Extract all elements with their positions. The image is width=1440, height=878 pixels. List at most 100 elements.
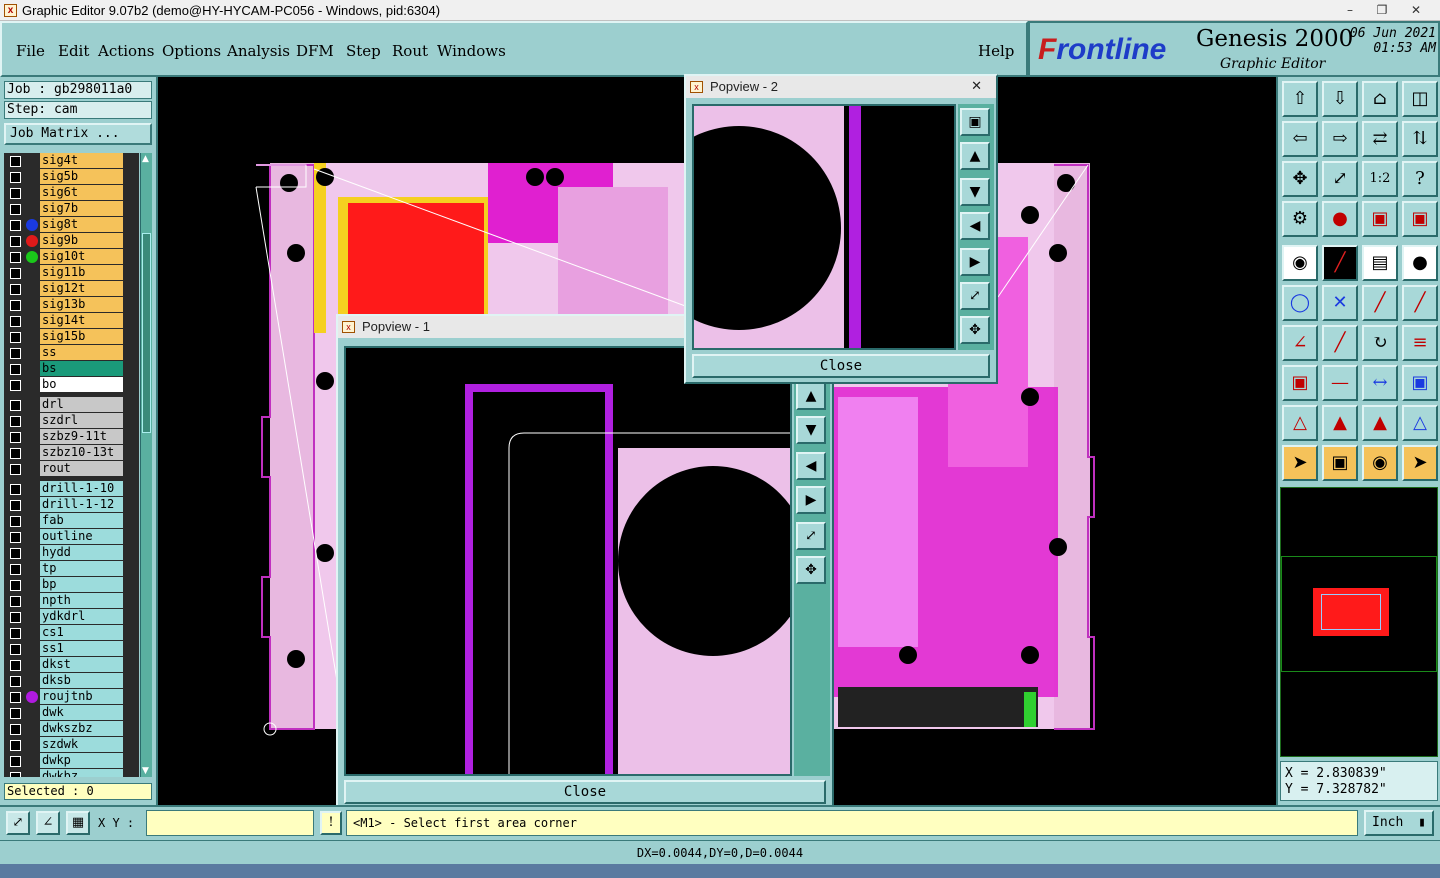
pad-line-icon[interactable]: ▣ bbox=[1282, 365, 1318, 401]
layer-row[interactable]: sig6t bbox=[4, 185, 139, 201]
layer-checkbox[interactable] bbox=[10, 660, 21, 671]
layer-name[interactable]: sig6t bbox=[40, 185, 123, 200]
layer-row[interactable]: dwkbz bbox=[4, 769, 139, 777]
layer-row[interactable]: dwkszbz bbox=[4, 721, 139, 737]
layer-checkbox[interactable] bbox=[10, 400, 21, 411]
layer-scrollbar[interactable]: ▲ ▼ bbox=[140, 153, 152, 777]
layer-checkbox[interactable] bbox=[10, 332, 21, 343]
job-matrix-button[interactable]: Job Matrix ... bbox=[4, 123, 152, 145]
layer-name[interactable]: dwkbz bbox=[40, 769, 123, 777]
layer-name[interactable]: sig8t bbox=[40, 217, 123, 232]
pad-icon[interactable]: ◉ bbox=[1282, 245, 1318, 281]
dot-icon[interactable]: ● bbox=[1402, 245, 1438, 281]
layer-name[interactable]: sig4t bbox=[40, 153, 123, 168]
layer-name[interactable]: drill-1-12 bbox=[40, 497, 123, 512]
layer-name[interactable]: cs1 bbox=[40, 625, 123, 640]
pan-up-icon[interactable]: ▲ bbox=[796, 382, 826, 410]
unit-selector[interactable]: Inch ▮ bbox=[1364, 810, 1434, 836]
popview-1-close-button[interactable]: Close bbox=[344, 780, 826, 804]
select-circle-icon[interactable]: ◉ bbox=[1362, 445, 1398, 481]
scroll-up-icon[interactable]: ▲ bbox=[142, 154, 151, 164]
ruler-icon[interactable]: ▤ bbox=[1362, 245, 1398, 281]
layer-row[interactable]: ydkdrl bbox=[4, 609, 139, 625]
layer-checkbox[interactable] bbox=[10, 692, 21, 703]
zoom-fit-icon[interactable]: ✥ bbox=[1282, 161, 1318, 197]
segment-icon[interactable]: ╱ bbox=[1362, 285, 1398, 321]
layer-row[interactable]: sig13b bbox=[4, 297, 139, 313]
layer-row[interactable]: sig7b bbox=[4, 201, 139, 217]
menu-step[interactable]: Step bbox=[346, 42, 381, 60]
close-icon[interactable]: ✕ bbox=[1400, 1, 1432, 19]
layer-row[interactable]: bs bbox=[4, 361, 139, 377]
layer-row[interactable]: cs1 bbox=[4, 625, 139, 641]
popview-2-view[interactable] bbox=[692, 104, 956, 350]
span-icon[interactable]: ↔ bbox=[1362, 365, 1398, 401]
zoom-out-icon[interactable]: ⤢ bbox=[960, 282, 990, 310]
xy-input[interactable] bbox=[146, 810, 314, 836]
measure-icon[interactable]: ● bbox=[1322, 201, 1358, 237]
layer-checkbox[interactable] bbox=[10, 252, 21, 263]
layer-row[interactable]: drill-1-12 bbox=[4, 497, 139, 513]
pan-left-icon[interactable]: ◀ bbox=[796, 452, 826, 480]
layer-checkbox[interactable] bbox=[10, 156, 21, 167]
layer-name[interactable]: sig7b bbox=[40, 201, 123, 216]
layer-row[interactable]: ss bbox=[4, 345, 139, 361]
layer-checkbox[interactable] bbox=[10, 220, 21, 231]
layer-name[interactable]: outline bbox=[40, 529, 123, 544]
layer-name[interactable]: sig10t bbox=[40, 249, 123, 264]
layer-row[interactable]: drill-1-10 bbox=[4, 481, 139, 497]
layer-checkbox[interactable] bbox=[10, 500, 21, 511]
grid-icon[interactable]: ▦ bbox=[66, 811, 90, 835]
layer-name[interactable]: drill-1-10 bbox=[40, 481, 123, 496]
layer-name[interactable]: hydd bbox=[40, 545, 123, 560]
popview-2-close-button[interactable]: Close bbox=[692, 354, 990, 378]
pan-down-icon[interactable]: ▼ bbox=[960, 178, 990, 206]
layer-row[interactable]: dwk bbox=[4, 705, 139, 721]
layer-name[interactable]: sig13b bbox=[40, 297, 123, 312]
zoom-area-icon[interactable]: ⤢ bbox=[6, 811, 30, 835]
settings-icon[interactable]: ⚙ bbox=[1282, 201, 1318, 237]
triangle-icon[interactable]: △ bbox=[1282, 405, 1318, 441]
layer-name[interactable]: bs bbox=[40, 361, 123, 376]
layer-checkbox[interactable] bbox=[10, 772, 21, 777]
layer-checkbox[interactable] bbox=[10, 172, 21, 183]
layer-checkbox[interactable] bbox=[10, 188, 21, 199]
triangle-arrow-icon[interactable]: ▲ bbox=[1362, 405, 1398, 441]
menu-file[interactable]: File bbox=[16, 42, 45, 60]
menu-analysis[interactable]: Analysis bbox=[227, 42, 290, 60]
layer-name[interactable]: szbz9-11t bbox=[40, 429, 123, 444]
layer-checkbox[interactable] bbox=[10, 708, 21, 719]
arc-icon[interactable]: ↻ bbox=[1362, 325, 1398, 361]
layer-checkbox[interactable] bbox=[10, 236, 21, 247]
layer-name[interactable]: tp bbox=[40, 561, 123, 576]
home-icon[interactable]: ⌂ bbox=[1362, 81, 1398, 117]
one-to-two-icon[interactable]: 1:2 bbox=[1362, 161, 1398, 197]
layer-up-icon[interactable]: ⇧ bbox=[1282, 81, 1318, 117]
layer-checkbox[interactable] bbox=[10, 364, 21, 375]
zoom-in-icon[interactable]: ✥ bbox=[796, 556, 826, 584]
layer-name[interactable]: sig11b bbox=[40, 265, 123, 280]
layer-row[interactable]: sig12t bbox=[4, 281, 139, 297]
hline-icon[interactable]: — bbox=[1322, 365, 1358, 401]
layer-checkbox[interactable] bbox=[10, 284, 21, 295]
swap-icon[interactable]: ⇄ bbox=[1362, 121, 1398, 157]
layer-row[interactable]: szbz9-11t bbox=[4, 429, 139, 445]
fit-icon[interactable]: ▣ bbox=[960, 108, 990, 136]
pan-right-icon[interactable]: ▶ bbox=[960, 248, 990, 276]
layer-checkbox[interactable] bbox=[10, 316, 21, 327]
layer-row[interactable]: sig9b bbox=[4, 233, 139, 249]
pointer-icon[interactable]: ➤ bbox=[1282, 445, 1318, 481]
layer-name[interactable]: rout bbox=[40, 461, 123, 476]
layer-name[interactable]: dwk bbox=[40, 705, 123, 720]
zoom-in-icon[interactable]: ✥ bbox=[960, 316, 990, 344]
pan-left-icon[interactable]: ◀ bbox=[960, 212, 990, 240]
layer-row[interactable]: hydd bbox=[4, 545, 139, 561]
cross-icon[interactable]: ✕ bbox=[1322, 285, 1358, 321]
popview-2-titlebar[interactable]: x Popview - 2 ✕ bbox=[686, 76, 996, 98]
popview-1-view[interactable] bbox=[344, 346, 792, 776]
layer-name[interactable]: dksb bbox=[40, 673, 123, 688]
connect-icon[interactable]: ◯ bbox=[1282, 285, 1318, 321]
layer-name[interactable]: ss bbox=[40, 345, 123, 360]
layer-row[interactable]: drl bbox=[4, 397, 139, 413]
layer-name[interactable]: sig5b bbox=[40, 169, 123, 184]
